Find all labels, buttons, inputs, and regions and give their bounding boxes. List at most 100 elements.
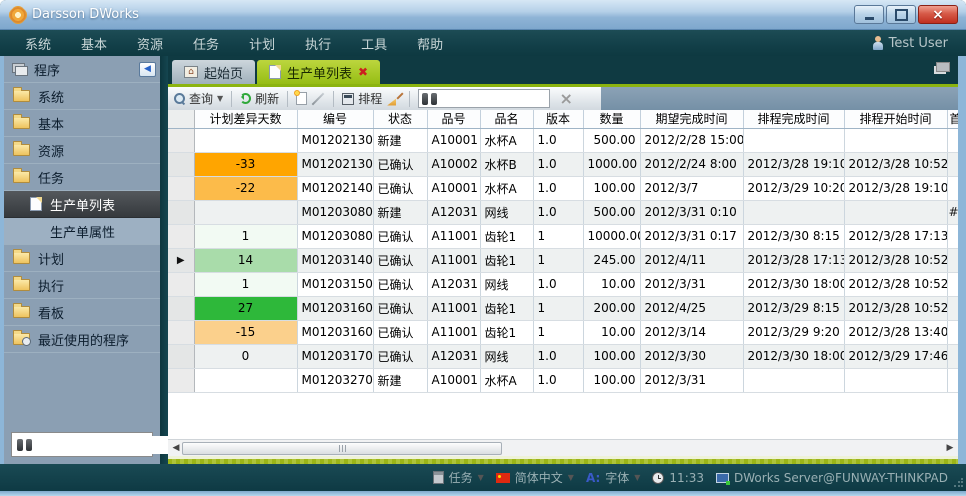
cell-expected-finish[interactable]: 2012/3/14 <box>640 320 743 344</box>
row-selector[interactable] <box>168 224 194 248</box>
row-selector[interactable] <box>168 344 194 368</box>
cell-version[interactable]: 1.0 <box>533 152 583 176</box>
cell-quantity[interactable]: 10.00 <box>583 272 640 296</box>
row-selector[interactable] <box>168 272 194 296</box>
cell-schedule-start[interactable] <box>844 128 947 152</box>
cell-item-name[interactable]: 水杯A <box>480 176 533 200</box>
cell-plan-diff-days[interactable]: -22 <box>194 176 297 200</box>
cell-version[interactable]: 1 <box>533 224 583 248</box>
cell-version[interactable]: 1.0 <box>533 200 583 224</box>
table-row[interactable]: -15M012031602已确认A11001齿轮1110.002012/3/14… <box>168 320 958 344</box>
cell-schedule-start[interactable]: 2012/3/28 10:52 <box>844 248 947 272</box>
sidebar-item-9[interactable]: 看板 <box>4 299 160 326</box>
cell-plan-diff-days[interactable] <box>194 128 297 152</box>
cell-schedule-start[interactable]: 2012/3/28 19:10 <box>844 176 947 200</box>
cell-item-name[interactable]: 齿轮1 <box>480 248 533 272</box>
cell-item-no[interactable]: A10001 <box>427 176 480 200</box>
cell-version[interactable]: 1.0 <box>533 128 583 152</box>
cell-expected-finish[interactable]: 2012/2/24 8:00 <box>640 152 743 176</box>
cell-schedule-finish[interactable]: 2012/3/29 10:20 <box>743 176 844 200</box>
sidebar-item-5[interactable]: 生产单列表 <box>4 191 160 218</box>
column-header-8[interactable]: 期望完成时间 <box>640 110 743 128</box>
cell-item-name[interactable]: 齿轮1 <box>480 224 533 248</box>
cell-order-no[interactable]: M012032701 <box>297 368 373 392</box>
edit-button[interactable] <box>312 92 325 105</box>
cell-status[interactable]: 已确认 <box>373 248 427 272</box>
cell-expected-finish[interactable]: 2012/3/31 0:10 <box>640 200 743 224</box>
cell-schedule-finish[interactable]: 2012/3/30 8:15 <box>743 224 844 248</box>
cell-schedule-finish[interactable] <box>743 368 844 392</box>
column-header-4[interactable]: 品号 <box>427 110 480 128</box>
cell-schedule-finish[interactable]: 2012/3/29 8:15 <box>743 296 844 320</box>
cell-schedule-finish[interactable]: 2012/3/28 19:10 <box>743 152 844 176</box>
cell-quantity[interactable]: 200.00 <box>583 296 640 320</box>
cell-status[interactable]: 新建 <box>373 368 427 392</box>
cell-version[interactable]: 1 <box>533 296 583 320</box>
cell-status[interactable]: 已确认 <box>373 272 427 296</box>
cell-schedule-start[interactable]: 2012/3/28 13:40 <box>844 320 947 344</box>
cell-item-no[interactable]: A12031 <box>427 200 480 224</box>
cell-item-name[interactable]: 齿轮1 <box>480 296 533 320</box>
cell-schedule-finish[interactable] <box>743 200 844 224</box>
scrollbar-thumb[interactable] <box>182 442 502 455</box>
sidebar-item-4[interactable]: 任务 <box>4 164 160 191</box>
cell-clipped-column[interactable] <box>947 128 958 152</box>
cell-item-no[interactable]: A11001 <box>427 320 480 344</box>
cell-status[interactable]: 已确认 <box>373 344 427 368</box>
column-header-1[interactable]: 计划差异天数 <box>194 110 297 128</box>
table-row[interactable]: M012021301新建A10001水杯A1.0500.002012/2/28 … <box>168 128 958 152</box>
cell-item-no[interactable]: A10001 <box>427 368 480 392</box>
cell-order-no[interactable]: M012030801 <box>297 200 373 224</box>
cell-plan-diff-days[interactable]: 0 <box>194 344 297 368</box>
cell-plan-diff-days[interactable] <box>194 368 297 392</box>
sidebar-item-8[interactable]: 执行 <box>4 272 160 299</box>
cell-clipped-column[interactable]: # <box>947 200 958 224</box>
table-row[interactable]: 0M012031701已确认A12031网线1.0100.002012/3/30… <box>168 344 958 368</box>
cell-item-name[interactable]: 水杯A <box>480 368 533 392</box>
cell-version[interactable]: 1 <box>533 248 583 272</box>
minimize-button[interactable] <box>854 5 884 24</box>
cell-schedule-finish[interactable]: 2012/3/30 18:00 <box>743 272 844 296</box>
cell-expected-finish[interactable]: 2012/4/25 <box>640 296 743 320</box>
menu-item-2[interactable]: 基本 <box>66 30 122 56</box>
close-button[interactable]: × <box>918 5 958 24</box>
menu-item-8[interactable]: 帮助 <box>402 30 458 56</box>
cell-status[interactable]: 已确认 <box>373 296 427 320</box>
menu-item-4[interactable]: 任务 <box>178 30 234 56</box>
cell-clipped-column[interactable] <box>947 320 958 344</box>
row-selector[interactable] <box>168 176 194 200</box>
table-row[interactable]: -33M012021302已确认A10002水杯B1.01000.002012/… <box>168 152 958 176</box>
cell-item-name[interactable]: 网线 <box>480 200 533 224</box>
scroll-right-icon[interactable]: ▶ <box>942 443 958 453</box>
cell-order-no[interactable]: M012030802 <box>297 224 373 248</box>
cell-schedule-start[interactable]: 2012/3/28 10:52 <box>844 296 947 320</box>
cell-expected-finish[interactable]: 2012/2/28 15:00 <box>640 128 743 152</box>
cell-schedule-start[interactable]: 2012/3/28 10:52 <box>844 272 947 296</box>
refresh-button[interactable]: 刷新 <box>240 90 279 107</box>
cell-status[interactable]: 已确认 <box>373 176 427 200</box>
cell-schedule-start[interactable] <box>844 200 947 224</box>
status-font-menu[interactable]: A: 字体 ▼ <box>586 469 640 486</box>
cell-quantity[interactable]: 500.00 <box>583 128 640 152</box>
column-header-2[interactable]: 编号 <box>297 110 373 128</box>
cell-quantity[interactable]: 100.00 <box>583 344 640 368</box>
horizontal-scrollbar[interactable]: ◀ ▶ <box>168 439 958 456</box>
column-header-11[interactable]: 首 <box>947 110 958 128</box>
cell-version[interactable]: 1.0 <box>533 344 583 368</box>
cell-schedule-finish[interactable]: 2012/3/28 17:13 <box>743 248 844 272</box>
column-header-3[interactable]: 状态 <box>373 110 427 128</box>
clean-button[interactable] <box>387 92 401 106</box>
cell-clipped-column[interactable] <box>947 248 958 272</box>
menu-item-7[interactable]: 工具 <box>346 30 402 56</box>
cell-quantity[interactable]: 10.00 <box>583 320 640 344</box>
cell-plan-diff-days[interactable]: 1 <box>194 224 297 248</box>
menu-item-5[interactable]: 计划 <box>234 30 290 56</box>
toolbar-search-input[interactable] <box>440 92 546 106</box>
maximize-button[interactable] <box>886 5 916 24</box>
cell-item-no[interactable]: A10002 <box>427 152 480 176</box>
sidebar-item-3[interactable]: 资源 <box>4 137 160 164</box>
row-selector[interactable] <box>168 152 194 176</box>
table-row[interactable]: 27M012031601已确认A11001齿轮11200.002012/4/25… <box>168 296 958 320</box>
cell-clipped-column[interactable] <box>947 296 958 320</box>
table-row[interactable]: M012032701新建A10001水杯A1.0100.002012/3/31 <box>168 368 958 392</box>
